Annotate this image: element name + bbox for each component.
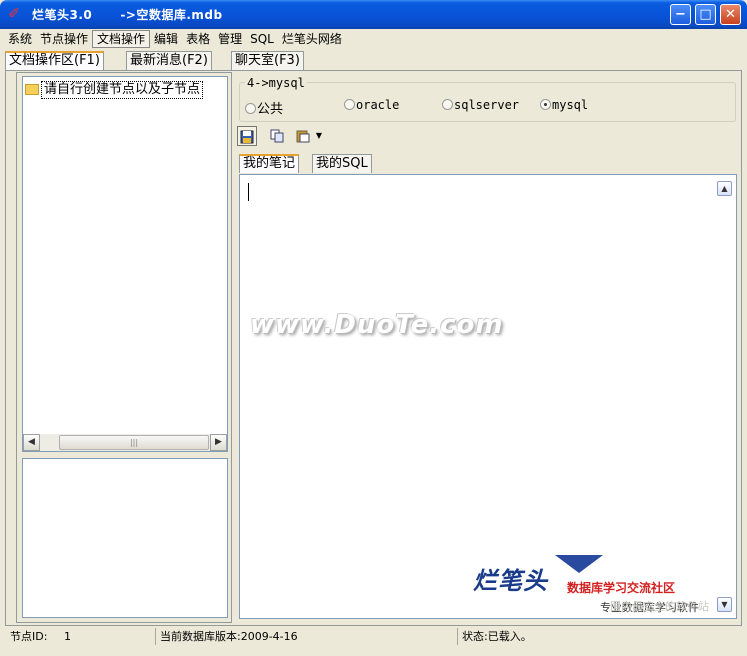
folder-icon	[25, 83, 39, 95]
tab-doc-area[interactable]: 文档操作区(F1)	[5, 51, 104, 71]
menu-system[interactable]: 系统	[4, 30, 36, 48]
tab-my-notes[interactable]: 我的笔记	[239, 154, 300, 173]
scroll-up-icon[interactable]: ▲	[717, 181, 732, 196]
scroll-thumb[interactable]: |||	[59, 435, 209, 450]
radio-off-icon	[245, 103, 256, 114]
tree-horizontal-scrollbar[interactable]: ◀ ||| ▶	[23, 434, 227, 451]
node-detail-panel[interactable]	[22, 458, 228, 618]
scroll-down-icon[interactable]: ▼	[717, 597, 732, 612]
menu-sql[interactable]: SQL	[246, 30, 278, 48]
menu-doc-ops[interactable]: 文档操作	[92, 30, 151, 48]
scroll-right-icon[interactable]: ▶	[210, 434, 227, 451]
minimize-button[interactable]: −	[670, 4, 691, 25]
node-tree[interactable]: 请自行创建节点以及子节点 ◀ ||| ▶	[22, 76, 228, 452]
close-button[interactable]: ✕	[720, 4, 741, 25]
status-node-id-label: 节点ID:	[10, 630, 48, 643]
tab-news[interactable]: 最新消息(F2)	[126, 51, 212, 71]
status-divider	[155, 628, 156, 645]
tab-my-sql[interactable]: 我的SQL	[312, 154, 372, 173]
scroll-left-icon[interactable]: ◀	[23, 434, 40, 451]
app-icon: ✐	[8, 6, 20, 22]
menu-edit[interactable]: 编辑	[150, 30, 182, 48]
menu-manage[interactable]: 管理	[214, 30, 246, 48]
menu-bar: 系统 节点操作 文档操作 编辑 表格 管理 SQL 烂笔头网络	[4, 29, 743, 49]
window-title: 烂笔头3.0 ->空数据库.mdb	[32, 8, 223, 22]
radio-on-icon	[540, 99, 551, 110]
copy-icon[interactable]	[267, 126, 287, 146]
text-caret	[248, 183, 249, 201]
banner-logo: 烂笔头	[473, 567, 548, 595]
status-db-version: 当前数据库版本:2009-4-16	[160, 630, 298, 643]
db-group-title: 4->mysql	[245, 76, 307, 90]
banner-v-mark	[555, 555, 603, 573]
radio-mysql[interactable]: mysql	[540, 98, 588, 113]
menu-network[interactable]: 烂笔头网络	[278, 30, 346, 48]
site-watermark: www.DuoTe.com	[250, 310, 504, 340]
radio-public[interactable]: 公共	[245, 98, 283, 117]
status-node-id: 1	[64, 630, 71, 643]
radio-oracle[interactable]: oracle	[344, 98, 399, 113]
corner-watermark: 国内最安全的软件站	[610, 600, 709, 613]
radio-off-icon	[442, 99, 453, 110]
title-bar: ✐ 烂笔头3.0 ->空数据库.mdb − □ ✕	[0, 0, 747, 29]
tree-root-label: 请自行创建节点以及子节点	[41, 81, 204, 99]
tree-root-node[interactable]: 请自行创建节点以及子节点	[25, 81, 204, 99]
save-icon[interactable]	[237, 126, 257, 146]
status-state: 状态:已载入。	[462, 630, 532, 643]
banner-slogan: 数据库学习交流社区	[567, 581, 676, 595]
radio-sqlserver[interactable]: sqlserver	[442, 98, 519, 113]
status-divider	[457, 628, 458, 645]
menu-table[interactable]: 表格	[182, 30, 214, 48]
radio-off-icon	[344, 99, 355, 110]
tab-chat[interactable]: 聊天室(F3)	[231, 51, 304, 71]
maximize-button[interactable]: □	[695, 4, 716, 25]
menu-node-ops[interactable]: 节点操作	[36, 30, 92, 48]
paste-icon[interactable]	[293, 126, 313, 146]
dropdown-arrow-icon[interactable]: ▼	[313, 126, 325, 146]
